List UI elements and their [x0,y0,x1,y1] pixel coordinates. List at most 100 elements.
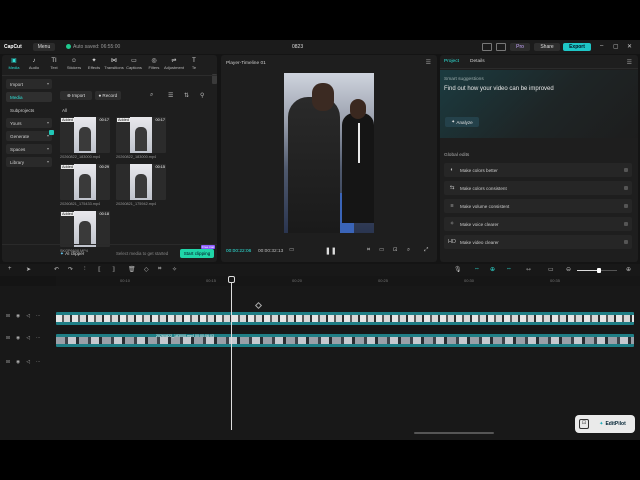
zoom-icon[interactable]: ⌕ [407,247,410,254]
ai-clipper-button[interactable]: ✦ AI clipper [60,251,84,257]
tab-audio[interactable]: ♪ Audio [24,58,44,72]
minimize-icon[interactable]: – [600,43,603,49]
magnet-icon[interactable]: ⊕ [490,266,495,273]
share-button[interactable]: Share [534,43,560,51]
pro-button[interactable]: Pro [510,43,530,51]
tab-text[interactable]: TI Text [44,58,64,72]
sidebar-item-library[interactable]: Library ▾ [6,157,52,167]
player-menu-icon[interactable]: ☰ [426,59,431,66]
lock-icon[interactable]: ⊟ [6,336,10,341]
list-view-icon[interactable]: ☰ [168,92,173,99]
sidebar-item-yours[interactable]: Yours ▾ [6,118,52,128]
more-icon[interactable]: ⋯ [36,314,41,319]
media-clip[interactable]: 00:15 20260821_175942.mp4 [116,164,166,206]
video-track-2[interactable]: 20260822_183000.mp4 00:00:06:03 [56,334,634,347]
import-button[interactable]: ⊕ Import [60,91,92,100]
fit-icon[interactable]: ▭ [548,266,554,273]
edit-make-voice-clearer[interactable]: ✧ Make voice clearer [444,217,632,231]
preview-axis-icon[interactable]: ⇿ [526,266,531,273]
magic-icon[interactable]: ✧ [172,266,177,273]
tab-details[interactable]: Details [470,59,485,64]
tab-captions[interactable]: ▭ Captions [124,58,144,72]
sidebar-item-import[interactable]: Import ▾ [6,79,52,89]
edit-make-video-clearer[interactable]: HD Make video clearer [444,235,632,249]
lock-icon[interactable]: ⊟ [6,314,10,319]
visibility-icon[interactable]: ◉ [16,336,20,341]
undo-icon[interactable]: ↶ [54,266,59,273]
zoom-in-icon[interactable]: ⊕ [626,266,631,273]
select-tool-icon[interactable]: ➤ [26,266,31,273]
start-clipping-button[interactable]: Start clipping Free trial [180,245,215,258]
horizontal-scrollbar[interactable] [414,432,494,434]
tab-transitions[interactable]: ⋈ Transitions [104,58,124,72]
edit-make-colors-consistent[interactable]: ⇆ Make colors consistent [444,181,632,195]
export-button[interactable]: Export [563,43,591,51]
analyze-button[interactable]: ✦ Analyze [445,117,479,127]
media-clip[interactable]: Added 00:17 20260822_183000.mp4 [60,117,110,159]
project-title[interactable]: 0823 [292,44,303,50]
sidebar-item-spaces[interactable]: Spaces ▾ [6,144,52,154]
zoom-knob[interactable] [597,268,601,273]
tab-media[interactable]: ▣ Media [4,58,24,72]
tab-templates[interactable]: T Te [184,58,204,72]
link-clips-icon[interactable]: ⇔ [474,266,480,272]
add-track-icon[interactable]: + [8,266,12,272]
search-icon[interactable]: ⌕ [150,92,153,99]
filter-icon[interactable]: ⚲ [200,92,204,99]
more-icon[interactable]: ⋯ [36,360,41,365]
ratio-icon[interactable]: ▭ [379,247,384,253]
tab-adjustment[interactable]: ⇌ Adjustment [164,58,184,72]
audio-icon[interactable]: ◁ [26,336,30,341]
sidebar-item-generate[interactable]: Generate ▾ [6,130,54,141]
crop-icon[interactable]: ⌗ [367,247,370,254]
sidebar-item-media[interactable]: Media [6,92,52,102]
zoom-slider[interactable] [577,268,617,273]
pause-icon[interactable]: ❚❚ [325,247,337,255]
playhead[interactable] [231,276,232,430]
screenshot-icon[interactable]: ⊡ [393,247,398,253]
zoom-out-icon[interactable]: ⊖ [566,266,571,273]
split-right-icon[interactable]: ⟧ [112,266,115,273]
snap-icon[interactable]: ⇔ [506,266,512,272]
menu-button[interactable]: Menu [33,43,55,51]
audio-icon[interactable]: ◁ [26,314,30,319]
waveform-icon[interactable]: ▭ [289,247,294,253]
edit-make-volume-consistent[interactable]: ≡ Make volume consistent [444,199,632,213]
video-track-1[interactable] [56,312,634,325]
dock-icon[interactable]: ⊡ [579,419,589,429]
split-left-icon[interactable]: ⟦ [98,266,101,273]
shortcut-icon[interactable] [496,43,506,51]
video-preview[interactable] [284,73,374,233]
tab-stickers[interactable]: ☺ Stickers [64,58,84,72]
visibility-icon[interactable]: ◉ [16,360,20,365]
marker-icon[interactable]: ◇ [144,266,149,273]
sort-icon[interactable]: ⇅ [184,92,189,99]
time-ruler[interactable]: 00:10 00:15 00:20 00:25 00:30 00:35 [56,276,640,286]
mic-icon[interactable]: 🎙 [454,266,462,273]
filter-all[interactable]: All [62,108,67,113]
tab-effects[interactable]: ✦ Effects [84,58,104,72]
layout-icon[interactable] [482,43,492,51]
record-button[interactable]: ⏺ Record [95,91,121,100]
title-bar: CapCut Menu Auto saved: 06:55:00 0823 Pr… [0,40,640,54]
edit-make-colors-better[interactable]: ◐ Make colors better [444,163,632,177]
tab-filters[interactable]: ◎ Filters [144,58,164,72]
visibility-icon[interactable]: ◉ [16,314,20,319]
split-icon[interactable]: ⫶ [84,266,86,273]
lock-icon[interactable]: ⊟ [6,360,10,365]
audio-icon[interactable]: ◁ [26,360,30,365]
playhead-handle[interactable] [228,276,235,283]
panel-menu-icon[interactable]: ☰ [627,59,632,66]
delete-icon[interactable]: 🗑 [128,266,136,273]
media-clip[interactable]: Added 00:17 20260822_183000.mp4 [116,117,166,159]
redo-icon[interactable]: ↷ [68,266,73,273]
close-icon[interactable]: ✕ [627,43,632,50]
more-icon[interactable]: ⋯ [36,336,41,341]
maximize-icon[interactable]: ▢ [613,43,619,50]
crop-tool-icon[interactable]: ⌗ [158,266,161,273]
sidebar-item-subprojects[interactable]: Subprojects [6,105,52,115]
editpilot-button[interactable]: ✦ EditPilot [593,418,632,430]
fullscreen-icon[interactable]: ⤢ [424,247,428,254]
media-clip[interactable]: Added 00:29 20260821_175433.mp4 [60,164,110,206]
tab-project[interactable]: Project [444,59,459,64]
